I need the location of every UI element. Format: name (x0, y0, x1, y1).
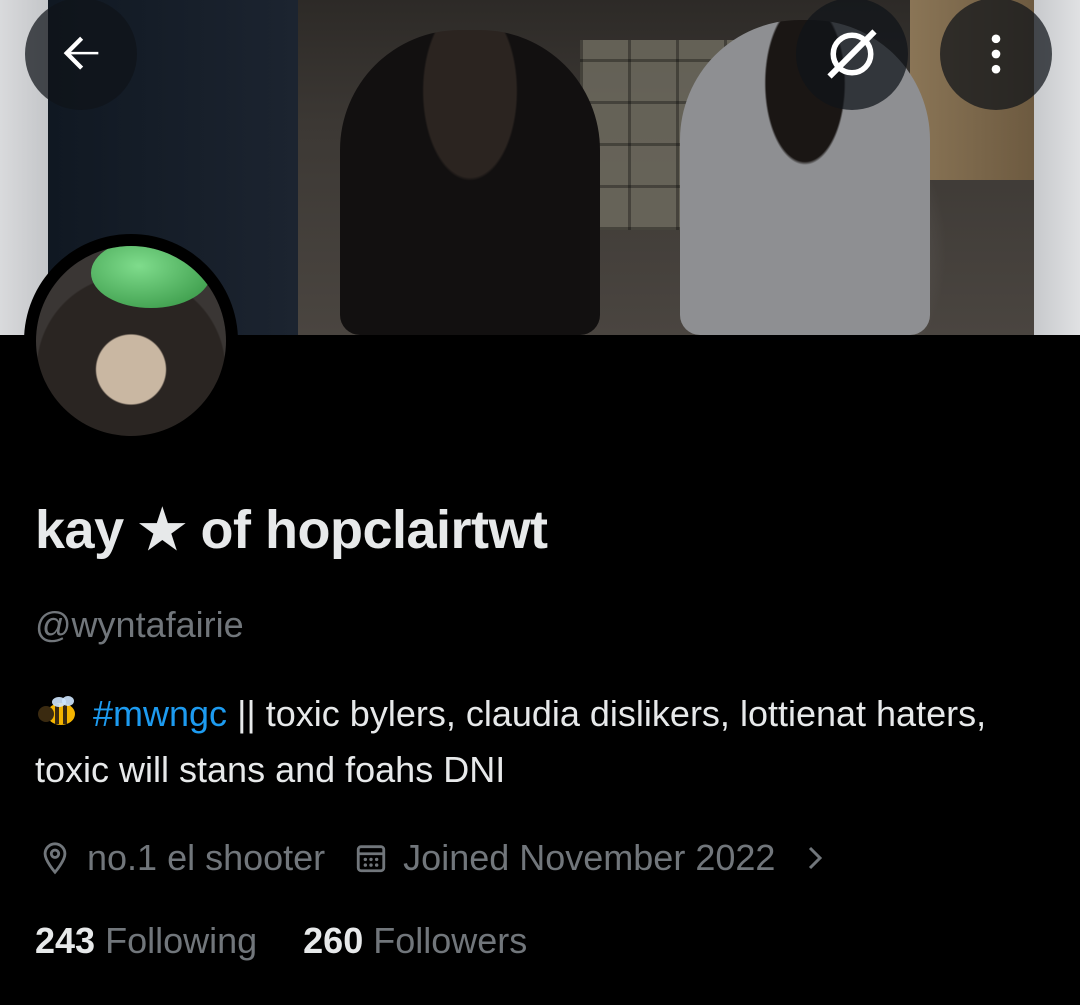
followers-count: 260 (303, 920, 364, 961)
grok-icon (827, 29, 877, 79)
join-date[interactable]: Joined November 2022 (351, 837, 847, 879)
avatar-balloon (91, 246, 211, 308)
follow-counts: 243 Following 260 Followers (35, 920, 573, 962)
more-vertical-icon (991, 34, 1001, 74)
location-text: no.1 el shooter (87, 837, 326, 878)
more-button[interactable] (940, 0, 1052, 110)
location-pin-icon (35, 838, 75, 878)
banner-person-left (340, 30, 600, 335)
handle: @wyntafairie (35, 604, 244, 645)
join-date-text: Joined November 2022 (403, 837, 776, 878)
avatar[interactable] (24, 234, 238, 448)
display-name: kay ★ of hopclairtwt (35, 500, 548, 560)
chevron-right-icon (795, 838, 835, 878)
bio: #mwngc || toxic bylers, claudia disliker… (35, 686, 1045, 798)
calendar-icon (351, 838, 391, 878)
followers-link[interactable]: 260 Followers (303, 920, 527, 962)
following-count: 243 (35, 920, 96, 961)
location: no.1 el shooter (35, 837, 325, 879)
followers-label: Followers (373, 920, 528, 961)
following-link[interactable]: 243 Following (35, 920, 257, 962)
bee-icon (38, 696, 75, 725)
following-label: Following (105, 920, 258, 961)
avatar-photo (36, 246, 226, 436)
grok-button[interactable] (796, 0, 908, 110)
profile-meta: no.1 el shooter Joined November 2022 (35, 834, 873, 882)
arrow-left-icon (63, 36, 99, 70)
back-button[interactable] (25, 0, 137, 110)
bio-hashtag-link[interactable]: #mwngc (93, 693, 227, 734)
